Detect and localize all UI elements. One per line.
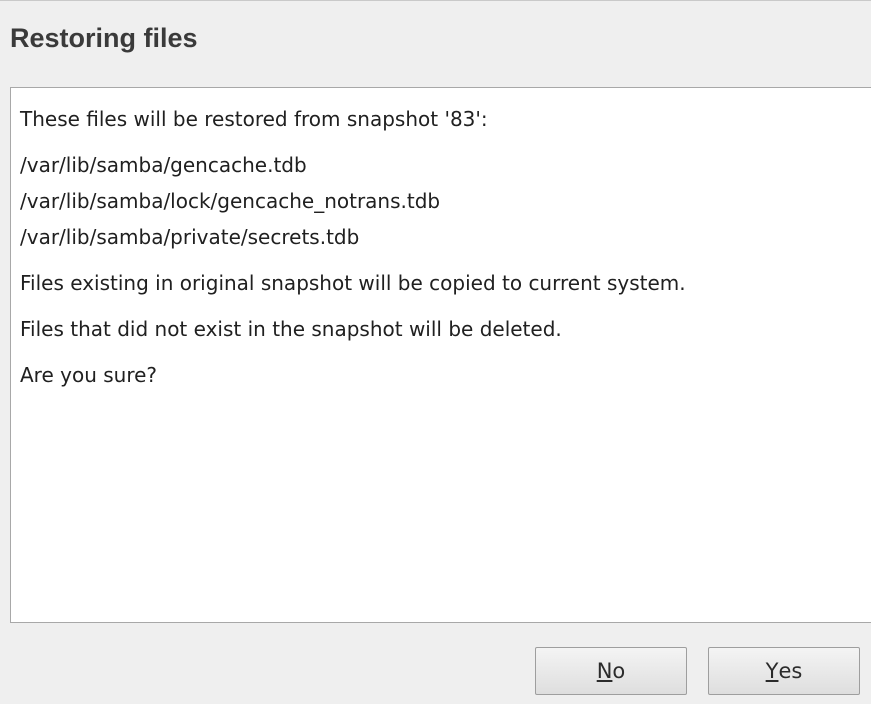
dialog-title: Restoring files — [10, 23, 198, 53]
file-path: /var/lib/samba/gencache.tdb — [20, 153, 307, 177]
no-button[interactable]: No — [535, 647, 687, 695]
yes-button-mnemonic: Y — [765, 659, 779, 683]
file-path: /var/lib/samba/lock/gencache_notrans.tdb — [20, 189, 441, 213]
no-button-label: o — [612, 659, 626, 683]
restore-dialog: Restoring files These files will be rest… — [0, 0, 871, 704]
intro-text: These files will be restored from snapsh… — [20, 107, 488, 131]
no-button-mnemonic: N — [596, 659, 613, 683]
file-path: /var/lib/samba/private/secrets.tdb — [20, 225, 360, 249]
yes-button[interactable]: Yes — [708, 647, 860, 695]
message-text-area: These files will be restored from snapsh… — [10, 87, 871, 623]
copy-note: Files existing in original snapshot will… — [20, 271, 686, 295]
yes-button-label: es — [778, 659, 803, 683]
confirm-question: Are you sure? — [20, 363, 158, 387]
delete-note: Files that did not exist in the snapshot… — [20, 317, 562, 341]
